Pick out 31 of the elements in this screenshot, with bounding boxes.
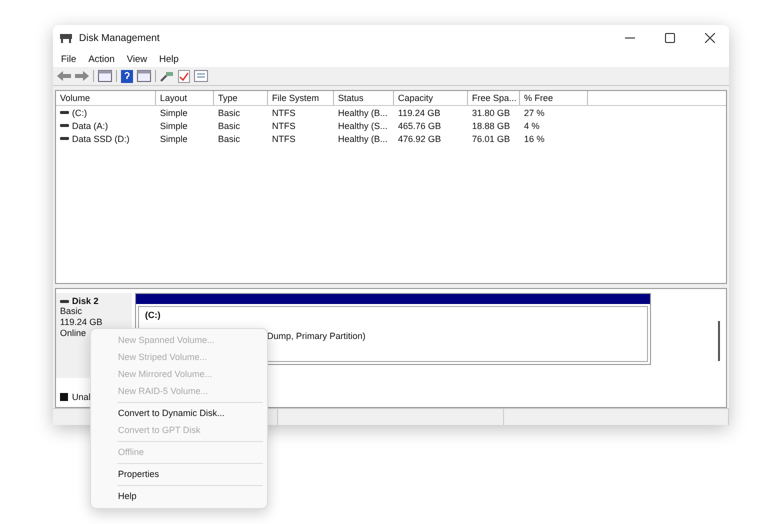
table-cell: 76.01 GB	[472, 134, 510, 144]
table-cell: 16 %	[524, 134, 545, 144]
table-cell: NTFS	[272, 120, 296, 130]
table-cell: 119.24 GB	[398, 108, 440, 118]
table-cell: 4 %	[524, 120, 540, 130]
window-title: Disk Management	[79, 32, 160, 44]
table-cell: Healthy (B...	[338, 134, 388, 144]
table-cell: Basic	[218, 108, 240, 118]
table-cell: 27 %	[524, 108, 545, 118]
table-cell: 465.76 GB	[398, 120, 442, 130]
table-cell: Data (A:)	[72, 120, 108, 130]
disk-state: Online	[60, 328, 86, 339]
table-cell: 18.88 GB	[472, 120, 510, 130]
table-cell: NTFS	[272, 134, 296, 144]
disk-size: 119.24 GB	[60, 317, 102, 328]
table-cell: 31.80 GB	[472, 108, 510, 118]
disk-name: Disk 2	[72, 296, 99, 306]
partition-label: (C:)	[145, 310, 162, 320]
table-cell: Data SSD (D:)	[72, 134, 130, 144]
disk-type: Basic	[60, 306, 82, 317]
table-cell: Healthy (B...	[338, 108, 388, 118]
table-cell: Basic	[218, 134, 240, 144]
table-cell: (C:)	[72, 108, 87, 118]
table-cell: NTFS	[272, 108, 296, 118]
table-cell: Healthy (S...	[338, 120, 388, 130]
table-cell: Simple	[160, 134, 188, 144]
table-cell: Basic	[218, 120, 240, 130]
table-cell: 476.92 GB	[398, 134, 442, 144]
legend-label: Unal	[72, 392, 91, 402]
table-cell: Simple	[160, 108, 188, 118]
table-cell: Simple	[160, 120, 188, 130]
